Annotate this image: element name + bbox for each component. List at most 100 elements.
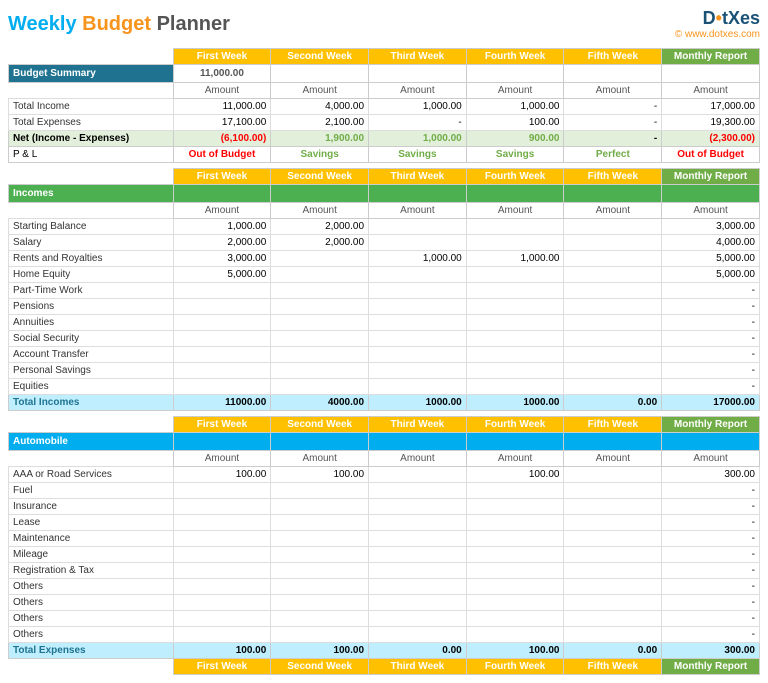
pl-w2: Savings (271, 147, 369, 163)
auto-amount-h3: Amount (369, 451, 467, 467)
total-income-label: Total Income (9, 99, 174, 115)
net-w5: - (564, 131, 662, 147)
insurance-label: Insurance (9, 499, 174, 515)
mileage-w3 (369, 547, 467, 563)
summary-monthly-header: Monthly Report (662, 49, 760, 65)
home-equity-w1: 5,000.00 (173, 267, 271, 283)
account-transfer-label: Account Transfer (9, 347, 174, 363)
aaa-label: AAA or Road Services (9, 467, 174, 483)
insurance-w5 (564, 499, 662, 515)
auto-others3-row: Others - (9, 611, 760, 627)
auto-others1-w4 (466, 579, 564, 595)
pl-w3: Savings (369, 147, 467, 163)
total-incomes-w3: 1000.00 (369, 395, 467, 411)
auto-st-w3 (369, 433, 467, 451)
summary-amount-header-row: Amount Amount Amount Amount Amount Amoun… (9, 83, 760, 99)
total-income-w3: 1,000.00 (369, 99, 467, 115)
account-transfer-wm: - (662, 347, 760, 363)
auto-others1-w5 (564, 579, 662, 595)
starting-balance-w2: 2,000.00 (271, 219, 369, 235)
annuities-w2 (271, 315, 369, 331)
pl-label: P & L (9, 147, 174, 163)
account-transfer-w4 (466, 347, 564, 363)
social-security-row: Social Security - (9, 331, 760, 347)
auto-others3-w4 (466, 611, 564, 627)
salary-wm: 4,000.00 (662, 235, 760, 251)
incomes-week3-header: Third Week (369, 169, 467, 185)
title-planner: Planner (151, 13, 230, 35)
salary-w3 (369, 235, 467, 251)
pensions-w3 (369, 299, 467, 315)
total-expenses-w3: - (369, 115, 467, 131)
maintenance-w3 (369, 531, 467, 547)
summary-section-title: Budget Summary (9, 65, 174, 83)
account-transfer-row: Account Transfer - (9, 347, 760, 363)
home-equity-wm: 5,000.00 (662, 267, 760, 283)
auto-others2-w3 (369, 595, 467, 611)
auto-week3-header: Third Week (369, 417, 467, 433)
auto-others1-row: Others - (9, 579, 760, 595)
auto-st-w1 (173, 433, 271, 451)
equities-wm: - (662, 379, 760, 395)
auto-others3-wm: - (662, 611, 760, 627)
incomes-st-w4 (466, 185, 564, 203)
incomes-amount-h4: Amount (466, 203, 564, 219)
auto-section-title: Automobile (9, 433, 174, 451)
total-expenses-w1: 17,100.00 (173, 115, 271, 131)
auto-st-w4 (466, 433, 564, 451)
incomes-st-wm (662, 185, 760, 203)
auto-others3-w1 (173, 611, 271, 627)
home-equity-w4 (466, 267, 564, 283)
summary-label-spacer (9, 49, 174, 65)
net-w4: 900.00 (466, 131, 564, 147)
summary-amount-h5: Amount (564, 83, 662, 99)
incomes-amount-h2: Amount (271, 203, 369, 219)
lease-w2 (271, 515, 369, 531)
total-expenses-row: Total Expenses 17,100.00 2,100.00 - 100.… (9, 115, 760, 131)
pensions-w4 (466, 299, 564, 315)
insurance-w4 (466, 499, 564, 515)
mileage-w5 (564, 547, 662, 563)
next-week2-header: Second Week (271, 659, 369, 675)
account-transfer-w2 (271, 347, 369, 363)
fuel-w2 (271, 483, 369, 499)
summary-amount-h2: Amount (271, 83, 369, 99)
auto-amount-header-row: Amount Amount Amount Amount Amount Amoun… (9, 451, 760, 467)
part-time-row: Part-Time Work - (9, 283, 760, 299)
auto-others2-label: Others (9, 595, 174, 611)
title-budget: Budget (77, 13, 151, 35)
summary-amount-w1: 11,000.00 (173, 65, 271, 83)
next-label-spacer (9, 659, 174, 675)
social-security-w4 (466, 331, 564, 347)
total-incomes-row: Total Incomes 11000.00 4000.00 1000.00 1… (9, 395, 760, 411)
incomes-st-w3 (369, 185, 467, 203)
total-income-w4: 1,000.00 (466, 99, 564, 115)
logo-area: D•tXes © www.dotxes.com (675, 8, 760, 40)
insurance-w1 (173, 499, 271, 515)
incomes-section-title: Incomes (9, 185, 174, 203)
account-transfer-w3 (369, 347, 467, 363)
net-row: Net (Income - Expenses) (6,100.00) 1,900… (9, 131, 760, 147)
auto-others2-w1 (173, 595, 271, 611)
pl-w1: Out of Budget (173, 147, 271, 163)
auto-others4-wm: - (662, 627, 760, 643)
total-auto-expenses-w5: 0.00 (564, 643, 662, 659)
auto-label-spacer (9, 417, 174, 433)
total-incomes-w4: 1000.00 (466, 395, 564, 411)
maintenance-w2 (271, 531, 369, 547)
rents-w1: 3,000.00 (173, 251, 271, 267)
incomes-week5-header: Fifth Week (564, 169, 662, 185)
registration-w4 (466, 563, 564, 579)
next-week1-header: First Week (173, 659, 271, 675)
auto-st-wm (662, 433, 760, 451)
summary-week4-header: Fourth Week (466, 49, 564, 65)
fuel-w4 (466, 483, 564, 499)
total-expenses-w2: 2,100.00 (271, 115, 369, 131)
total-auto-expenses-wm: 300.00 (662, 643, 760, 659)
summary-amount-h4: Amount (466, 83, 564, 99)
incomes-amount-hm: Amount (662, 203, 760, 219)
aaa-row: AAA or Road Services 100.00 100.00 100.0… (9, 467, 760, 483)
next-section-week-header-row: First Week Second Week Third Week Fourth… (9, 659, 760, 675)
personal-savings-wm: - (662, 363, 760, 379)
aaa-w4: 100.00 (466, 467, 564, 483)
